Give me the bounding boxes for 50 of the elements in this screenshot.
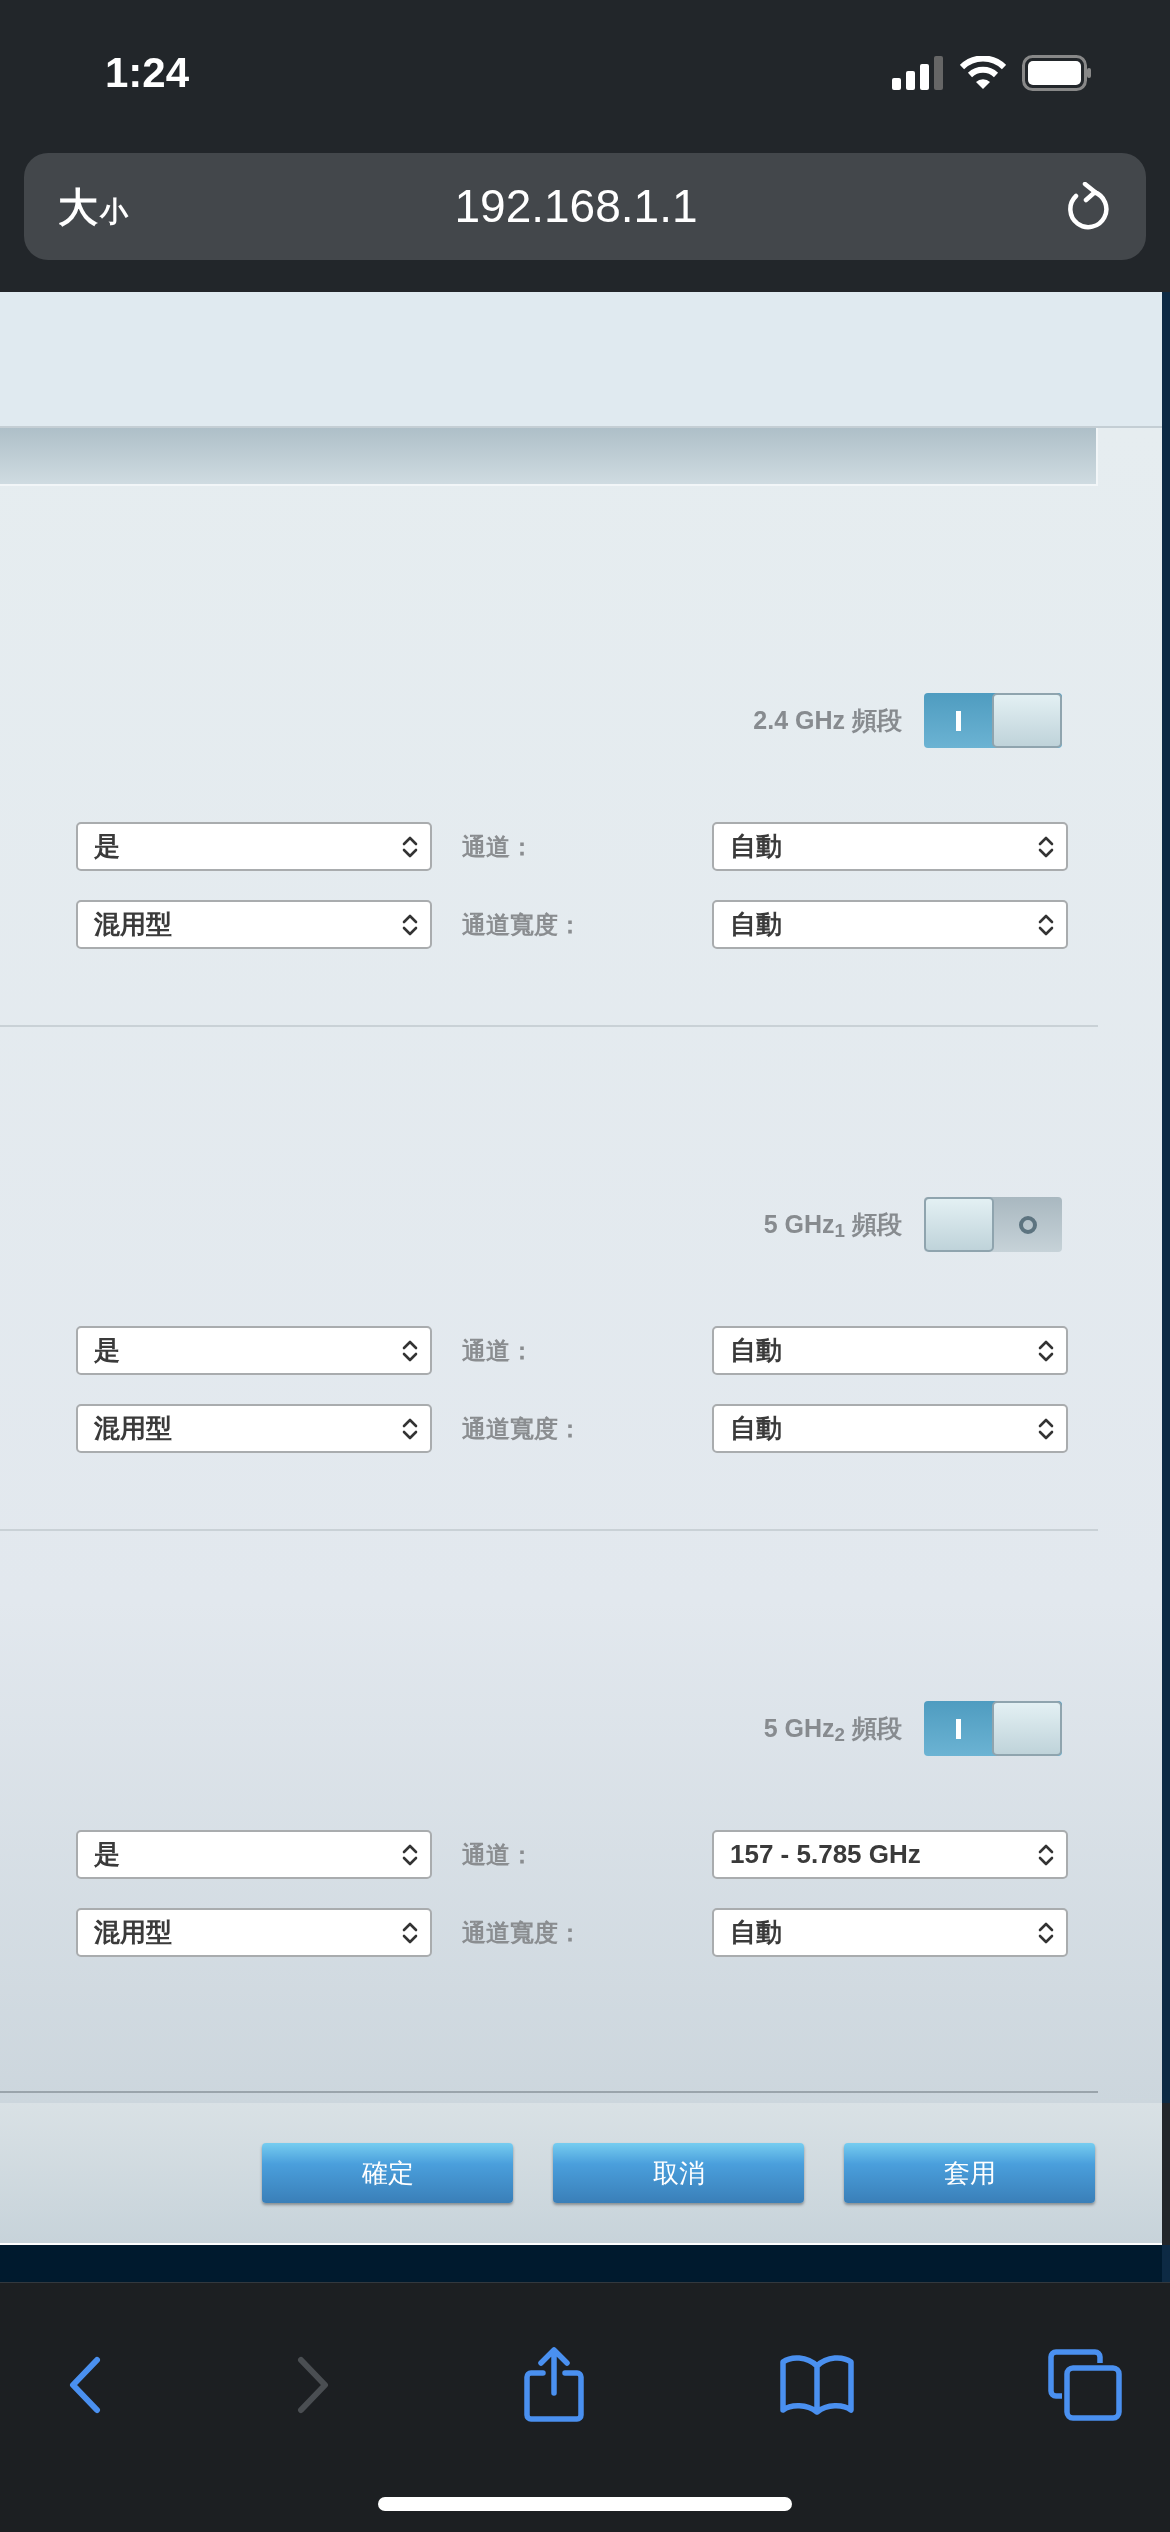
chevron-updown-icon bbox=[1038, 912, 1054, 937]
chevron-updown-icon bbox=[402, 1338, 418, 1363]
dropdown[interactable]: 自動 bbox=[712, 1404, 1068, 1453]
tabs-icon[interactable] bbox=[1048, 2349, 1122, 2421]
address-bar[interactable]: 大小 192.168.1.1 bbox=[24, 153, 1146, 260]
chevron-updown-icon bbox=[402, 1920, 418, 1945]
signal-icon bbox=[892, 55, 944, 90]
book-icon[interactable] bbox=[778, 2354, 855, 2416]
field-label: 通道： bbox=[461, 1335, 535, 1366]
status-time: 1:24 bbox=[105, 48, 190, 98]
wifi-icon bbox=[960, 55, 1006, 90]
field-label: 通道寬度： bbox=[461, 909, 583, 940]
back-icon[interactable] bbox=[68, 2356, 102, 2414]
band-label: 2.4 GHz 頻段 bbox=[753, 704, 902, 736]
toggle-switch[interactable] bbox=[924, 1701, 1062, 1756]
field-label: 通道寬度： bbox=[461, 1413, 583, 1444]
chevron-updown-icon bbox=[1038, 1416, 1054, 1441]
toggle-switch[interactable] bbox=[924, 1197, 1062, 1252]
on-mark-icon bbox=[955, 1718, 961, 1739]
chevron-updown-icon bbox=[402, 912, 418, 937]
field-label: 通道： bbox=[461, 831, 535, 862]
chevron-updown-icon bbox=[402, 834, 418, 859]
chevron-updown-icon bbox=[1038, 1920, 1054, 1945]
chevron-updown-icon bbox=[1038, 834, 1054, 859]
text-size-button[interactable]: 大小 bbox=[58, 176, 128, 237]
field-label: 通道寬度： bbox=[461, 1917, 583, 1948]
share-icon[interactable] bbox=[523, 2347, 585, 2423]
band-label: 5 GHz$_{2}$ 頻段 bbox=[763, 1712, 902, 1748]
off-mark-icon bbox=[1019, 1215, 1037, 1234]
url-text: 192.168.1.1 bbox=[453, 179, 699, 234]
dropdown[interactable]: 自動 bbox=[712, 1908, 1068, 1957]
dropdown[interactable]: 自動 bbox=[712, 900, 1068, 949]
field-label: 通道： bbox=[461, 1839, 535, 1870]
toggle-switch[interactable] bbox=[924, 693, 1062, 748]
dropdown[interactable]: 自動 bbox=[712, 822, 1068, 871]
dropdown[interactable]: 混用型 bbox=[76, 1908, 432, 1957]
chevron-updown-icon bbox=[402, 1416, 418, 1441]
dropdown[interactable]: 自動 bbox=[712, 1326, 1068, 1375]
chevron-updown-icon bbox=[1038, 1842, 1054, 1867]
dropdown[interactable]: 混用型 bbox=[76, 900, 432, 949]
on-mark-icon bbox=[955, 710, 961, 731]
dropdown[interactable]: 是 bbox=[76, 1830, 432, 1879]
dropdown[interactable]: 混用型 bbox=[76, 1404, 432, 1453]
dropdown[interactable]: 是 bbox=[76, 822, 432, 871]
dropdown[interactable]: 是 bbox=[76, 1326, 432, 1375]
chevron-updown-icon bbox=[402, 1842, 418, 1867]
band-label: 5 GHz$_{1}$ 頻段 bbox=[763, 1208, 902, 1244]
chevron-updown-icon bbox=[1038, 1338, 1054, 1363]
battery-icon bbox=[1022, 54, 1092, 91]
dropdown[interactable]: 157 - 5.785 GHz bbox=[712, 1830, 1068, 1879]
